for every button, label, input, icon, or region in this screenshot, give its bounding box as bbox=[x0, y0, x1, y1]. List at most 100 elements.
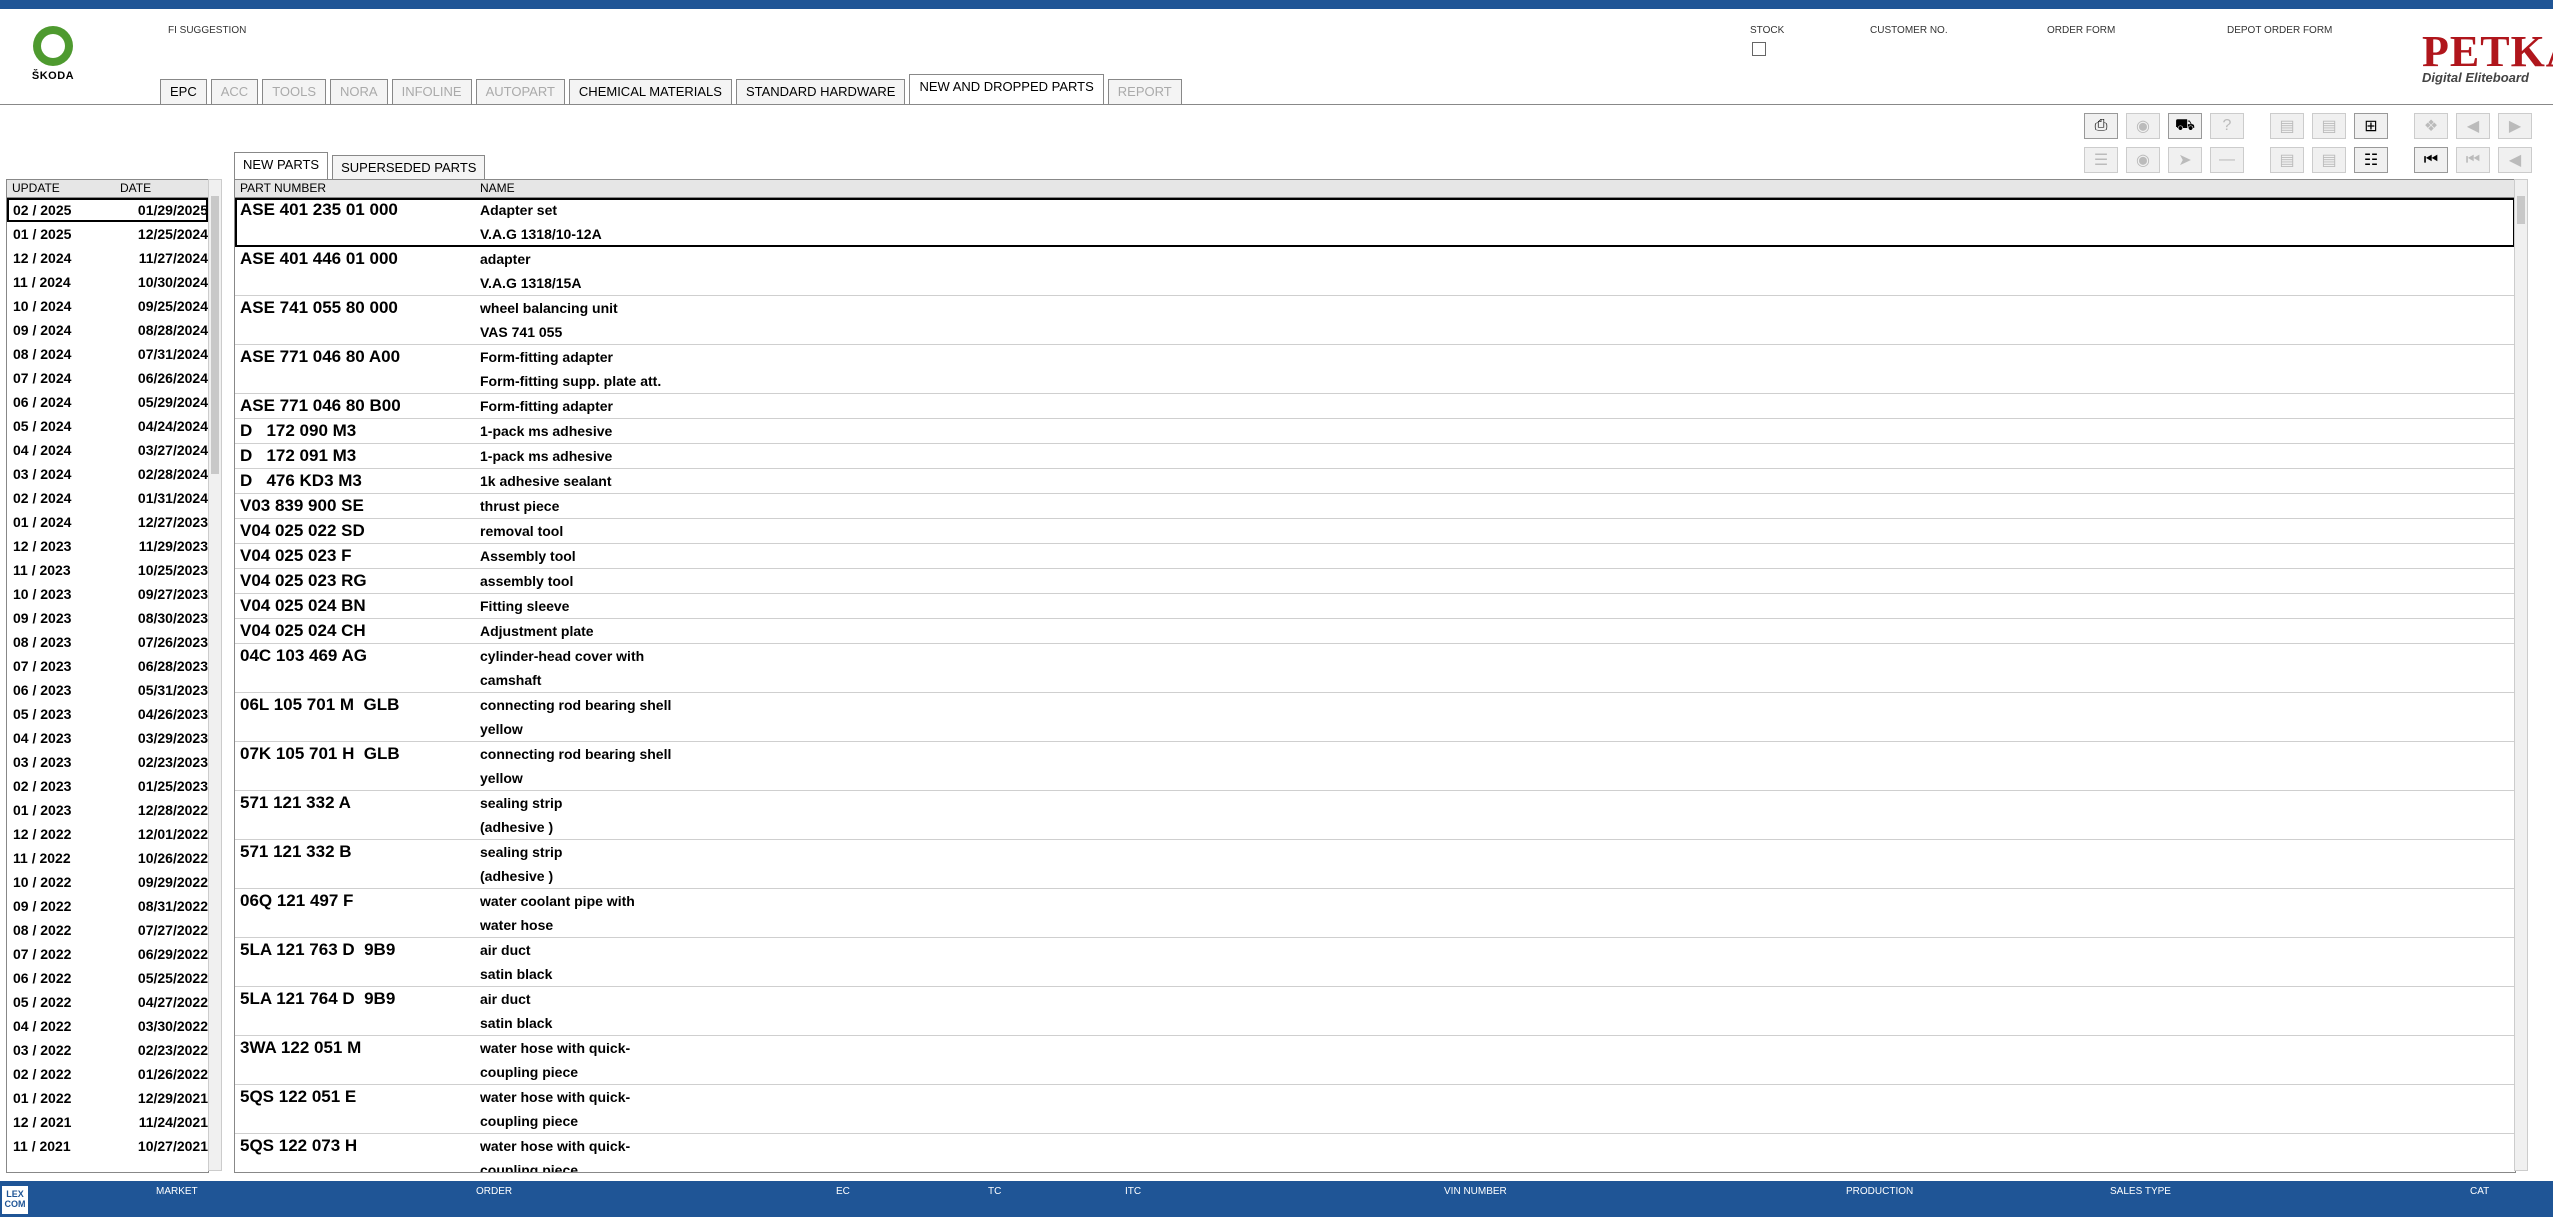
arrow-move-icon[interactable]: ➤ bbox=[2168, 147, 2202, 173]
update-row[interactable]: 01 / 2024 12/27/2023 bbox=[7, 510, 208, 534]
update-row[interactable]: 10 / 2022 09/29/2022 bbox=[7, 870, 208, 894]
update-row[interactable]: 08 / 2023 07/26/2023 bbox=[7, 630, 208, 654]
parts-row[interactable]: 06L 105 701 M GLB connecting rod bearing … bbox=[235, 693, 2515, 742]
update-row[interactable]: 06 / 2023 05/31/2023 bbox=[7, 678, 208, 702]
parts-row[interactable]: D 172 090 M3 1-pack ms adhesive bbox=[235, 419, 2515, 444]
update-row[interactable]: 03 / 2023 02/23/2023 bbox=[7, 750, 208, 774]
update-row[interactable]: 02 / 2022 01/26/2022 bbox=[7, 1062, 208, 1086]
cart-icon[interactable]: ☷ bbox=[2354, 147, 2388, 173]
update-row[interactable]: 10 / 2024 09/25/2024 bbox=[7, 294, 208, 318]
back-icon[interactable]: ⏮ bbox=[2456, 147, 2490, 173]
stock-checkbox[interactable] bbox=[1752, 42, 1766, 56]
printer-icon[interactable]: ⎙ bbox=[2084, 113, 2118, 139]
parts-row[interactable]: 571 121 332 B sealing strip (adhesive ) bbox=[235, 840, 2515, 889]
tab-chemical-materials[interactable]: CHEMICAL MATERIALS bbox=[568, 79, 732, 104]
update-row[interactable]: 09 / 2022 08/31/2022 bbox=[7, 894, 208, 918]
name-column-header[interactable]: NAME bbox=[475, 180, 520, 197]
tab-acc[interactable]: ACC bbox=[210, 79, 259, 104]
parts-row[interactable]: V04 025 023 F Assembly tool bbox=[235, 544, 2515, 569]
parts-row[interactable]: V04 025 024 BN Fitting sleeve bbox=[235, 594, 2515, 619]
update-row[interactable]: 02 / 2023 01/25/2023 bbox=[7, 774, 208, 798]
update-row[interactable]: 12 / 2021 11/24/2021 bbox=[7, 1110, 208, 1134]
update-row[interactable]: 01 / 2023 12/28/2022 bbox=[7, 798, 208, 822]
parts-row[interactable]: 5LA 121 763 D 9B9 air duct satin black bbox=[235, 938, 2515, 987]
tab-new-and-dropped-parts[interactable]: NEW AND DROPPED PARTS bbox=[909, 74, 1104, 104]
subtab-superseded-parts[interactable]: SUPERSEDED PARTS bbox=[332, 155, 486, 179]
parts-row[interactable]: V04 025 024 CH Adjustment plate bbox=[235, 619, 2515, 644]
depot-order-form-label[interactable]: DEPOT ORDER FORM bbox=[2227, 25, 2332, 36]
update-row[interactable]: 12 / 2022 12/01/2022 bbox=[7, 822, 208, 846]
paste-icon[interactable]: ▤ bbox=[2312, 113, 2346, 139]
update-row[interactable]: 02 / 2025 01/29/2025 bbox=[7, 198, 208, 222]
update-row[interactable]: 09 / 2023 08/30/2023 bbox=[7, 606, 208, 630]
first-icon[interactable]: ⏮ bbox=[2414, 147, 2448, 173]
fi-suggestion-label[interactable]: FI SUGGESTION bbox=[168, 25, 246, 36]
parts-row[interactable]: 3WA 122 051 M water hose with quick-coupl… bbox=[235, 1036, 2515, 1085]
parts-row[interactable]: D 476 KD3 M3 1k adhesive sealant bbox=[235, 469, 2515, 494]
update-row[interactable]: 02 / 2024 01/31/2024 bbox=[7, 486, 208, 510]
update-row[interactable]: 03 / 2024 02/28/2024 bbox=[7, 462, 208, 486]
update-row[interactable]: 06 / 2024 05/29/2024 bbox=[7, 390, 208, 414]
update-row[interactable]: 05 / 2023 04/26/2023 bbox=[7, 702, 208, 726]
help-icon[interactable]: ? bbox=[2210, 113, 2244, 139]
tab-epc[interactable]: EPC bbox=[160, 79, 207, 104]
update-row[interactable]: 09 / 2024 08/28/2024 bbox=[7, 318, 208, 342]
transfer-icon[interactable]: ▤ bbox=[2312, 147, 2346, 173]
parts-row[interactable]: 571 121 332 A sealing strip (adhesive ) bbox=[235, 791, 2515, 840]
update-row[interactable]: 05 / 2024 04/24/2024 bbox=[7, 414, 208, 438]
order-form-label[interactable]: ORDER FORM bbox=[2047, 25, 2115, 36]
update-row[interactable]: 06 / 2022 05/25/2022 bbox=[7, 966, 208, 990]
update-column-header[interactable]: UPDATE bbox=[7, 180, 115, 197]
update-row[interactable]: 08 / 2024 07/31/2024 bbox=[7, 342, 208, 366]
parts-row[interactable]: 5QS 122 051 E water hose with quick-coupl… bbox=[235, 1085, 2515, 1134]
prev-icon[interactable]: ◀ bbox=[2498, 147, 2532, 173]
update-row[interactable]: 04 / 2022 03/30/2022 bbox=[7, 1014, 208, 1038]
update-row[interactable]: 04 / 2023 03/29/2023 bbox=[7, 726, 208, 750]
update-list-scrollbar[interactable] bbox=[208, 179, 222, 1171]
parts-row[interactable]: 5QS 122 073 H water hose with quick-coupl… bbox=[235, 1134, 2515, 1172]
parts-row[interactable]: 04C 103 469 AG cylinder-head cover with ca… bbox=[235, 644, 2515, 693]
minus-icon[interactable]: — bbox=[2210, 147, 2244, 173]
next-page-icon[interactable]: ▶ bbox=[2498, 113, 2532, 139]
tab-standard-hardware[interactable]: STANDARD HARDWARE bbox=[735, 79, 906, 104]
update-row[interactable]: 01 / 2022 12/29/2021 bbox=[7, 1086, 208, 1110]
update-row[interactable]: 12 / 2024 11/27/2024 bbox=[7, 246, 208, 270]
update-row[interactable]: 12 / 2023 11/29/2023 bbox=[7, 534, 208, 558]
tab-infoline[interactable]: INFOLINE bbox=[391, 79, 472, 104]
parts-row[interactable]: V03 839 900 SE thrust piece bbox=[235, 494, 2515, 519]
update-row[interactable]: 04 / 2024 03/27/2024 bbox=[7, 438, 208, 462]
date-column-header[interactable]: DATE bbox=[115, 180, 156, 197]
parts-row[interactable]: ASE 401 446 01 000 adapter V.A.G 1318/15A bbox=[235, 247, 2515, 296]
car-icon[interactable]: ⛟ bbox=[2168, 113, 2202, 139]
update-row[interactable]: 11 / 2021 10/27/2021 bbox=[7, 1134, 208, 1158]
move-icon[interactable]: ▤ bbox=[2270, 147, 2304, 173]
parts-row[interactable]: 06Q 121 497 Fwater coolant pipe with wate… bbox=[235, 889, 2515, 938]
update-row[interactable]: 08 / 2022 07/27/2022 bbox=[7, 918, 208, 942]
update-row[interactable]: 10 / 2023 09/27/2023 bbox=[7, 582, 208, 606]
update-row[interactable]: 07 / 2024 06/26/2024 bbox=[7, 366, 208, 390]
parts-row[interactable]: ASE 741 055 80 000 wheel balancing unit VA… bbox=[235, 296, 2515, 345]
parts-row[interactable]: ASE 771 046 80 B00 Form-fitting adapter bbox=[235, 394, 2515, 419]
key-icon[interactable]: ◉ bbox=[2126, 147, 2160, 173]
parts-row[interactable]: 5LA 121 764 D 9B9 air duct satin black bbox=[235, 987, 2515, 1036]
tab-tools[interactable]: TOOLS bbox=[262, 79, 327, 104]
tab-autopart[interactable]: AUTOPART bbox=[475, 79, 565, 104]
update-row[interactable]: 07 / 2022 06/29/2022 bbox=[7, 942, 208, 966]
update-row[interactable]: 05 / 2022 04/27/2022 bbox=[7, 990, 208, 1014]
parts-row[interactable]: D 172 091 M3 1-pack ms adhesive bbox=[235, 444, 2515, 469]
copy-icon[interactable]: ▤ bbox=[2270, 113, 2304, 139]
search-parts-icon[interactable]: ◉ bbox=[2126, 113, 2160, 139]
update-row[interactable]: 03 / 2022 02/23/2022 bbox=[7, 1038, 208, 1062]
pin-icon[interactable]: ❖ bbox=[2414, 113, 2448, 139]
tab-report[interactable]: REPORT bbox=[1107, 79, 1182, 104]
parts-table-scrollbar[interactable] bbox=[2514, 179, 2528, 1171]
update-row[interactable]: 11 / 2023 10/25/2023 bbox=[7, 558, 208, 582]
update-row[interactable]: 07 / 2023 06/28/2023 bbox=[7, 654, 208, 678]
update-row[interactable]: 11 / 2024 10/30/2024 bbox=[7, 270, 208, 294]
customer-no-label[interactable]: CUSTOMER NO. bbox=[1870, 25, 1948, 36]
parts-row[interactable]: ASE 771 046 80 A00 Form-fitting adapter Fo… bbox=[235, 345, 2515, 394]
update-row[interactable]: 11 / 2022 10/26/2022 bbox=[7, 846, 208, 870]
parts-row[interactable]: V04 025 022 SD removal tool bbox=[235, 519, 2515, 544]
subtab-new-parts[interactable]: NEW PARTS bbox=[234, 152, 329, 179]
parts-row[interactable]: 07K 105 701 H GLB connecting rod bearing … bbox=[235, 742, 2515, 791]
